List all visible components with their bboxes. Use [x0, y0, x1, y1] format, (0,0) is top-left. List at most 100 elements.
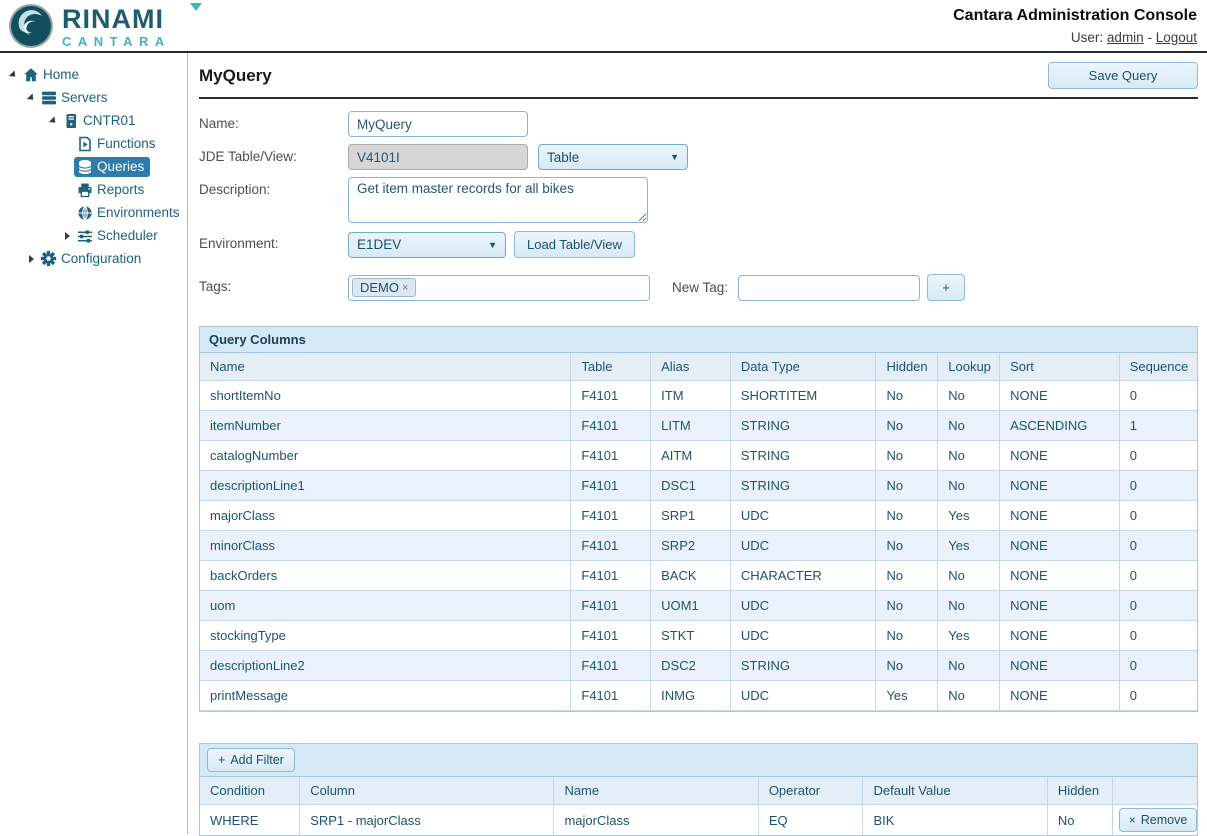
description-textarea[interactable]: Get item master records for all bikes	[348, 177, 648, 223]
cell-sequence: 0	[1119, 531, 1197, 561]
cell-table: F4101	[571, 501, 651, 531]
filter-row[interactable]: WHERE SRP1 - majorClass majorClass EQ BI…	[200, 805, 1197, 836]
cell-lookup: No	[938, 381, 1000, 411]
sidebar-item-environments[interactable]: Environments	[0, 201, 187, 224]
query-columns-table: Name Table Alias Data Type Hidden Lookup…	[200, 353, 1197, 711]
expand-arrow-icon[interactable]	[26, 93, 35, 102]
cell-sort: NONE	[1000, 531, 1120, 561]
table-row[interactable]: uomF4101UOM1UDCNoNoNONE0	[200, 591, 1197, 621]
cell-alias: INMG	[651, 681, 731, 711]
logo-secondary: CANTARA	[62, 35, 171, 48]
table-row[interactable]: printMessageF4101INMGUDCYesNoNONE0	[200, 681, 1197, 711]
environment-dropdown[interactable]: E1DEV ▼	[348, 232, 506, 258]
function-document-icon	[76, 136, 93, 152]
logout-link[interactable]: Logout	[1156, 30, 1197, 45]
sidebar-item-servers[interactable]: Servers	[0, 86, 187, 109]
column-header-hidden: Hidden	[876, 353, 938, 381]
sidebar-item-reports[interactable]: Reports	[0, 178, 187, 201]
sidebar-tree: Home Servers CNTR01 Functions Qu	[0, 53, 188, 834]
new-tag-input[interactable]	[738, 275, 920, 301]
sidebar-item-configuration[interactable]: Configuration	[0, 247, 187, 270]
environment-label: Environment:	[199, 231, 348, 251]
cell-lookup: No	[938, 651, 1000, 681]
cell-alias: UOM1	[651, 591, 731, 621]
column-header-sequence: Sequence	[1119, 353, 1197, 381]
cell-sequence: 0	[1119, 591, 1197, 621]
cell-hidden: No	[876, 471, 938, 501]
sidebar-item-label: Scheduler	[97, 228, 158, 243]
close-icon: ×	[1129, 813, 1136, 827]
filter-header-hidden: Hidden	[1047, 777, 1112, 805]
cell-name: minorClass	[200, 531, 571, 561]
cell-name: descriptionLine1	[200, 471, 571, 501]
cell-sequence: 0	[1119, 621, 1197, 651]
filter-header-row: Condition Column Name Operator Default V…	[200, 777, 1197, 805]
cell-name: itemNumber	[200, 411, 571, 441]
app-header: RINAMI CANTARA Cantara Administration Co…	[0, 0, 1207, 53]
table-row[interactable]: itemNumberF4101LITMSTRINGNoNoASCENDING1	[200, 411, 1197, 441]
cell-sort: ASCENDING	[1000, 411, 1120, 441]
query-columns-body: shortItemNoF4101ITMSHORTITEMNoNoNONE0ite…	[200, 381, 1197, 711]
save-query-button[interactable]: Save Query	[1048, 62, 1198, 89]
sidebar-item-label: Environments	[97, 205, 180, 220]
table-row[interactable]: minorClassF4101SRP2UDCNoYesNONE0	[200, 531, 1197, 561]
table-row[interactable]: descriptionLine1F4101DSC1STRINGNoNoNONE0	[200, 471, 1197, 501]
cell-lookup: No	[938, 591, 1000, 621]
scheduler-icon	[76, 228, 93, 244]
expand-arrow-icon[interactable]	[48, 116, 57, 125]
cell-data-type: UDC	[730, 681, 876, 711]
sidebar-item-label: Functions	[97, 136, 156, 151]
add-filter-label: Add Filter	[230, 753, 284, 767]
cell-alias: BACK	[651, 561, 731, 591]
tag-remove-icon[interactable]: ×	[402, 282, 408, 294]
table-type-dropdown[interactable]: Table ▼	[538, 144, 688, 170]
cell-name: descriptionLine2	[200, 651, 571, 681]
cell-alias: DSC1	[651, 471, 731, 501]
sidebar-item-functions[interactable]: Functions	[0, 132, 187, 155]
table-row[interactable]: backOrdersF4101BACKCHARACTERNoNoNONE0	[200, 561, 1197, 591]
name-input[interactable]	[348, 111, 528, 137]
cell-table: F4101	[571, 651, 651, 681]
cell-table: F4101	[571, 381, 651, 411]
cell-sequence: 0	[1119, 381, 1197, 411]
load-table-view-button[interactable]: Load Table/View	[514, 231, 635, 258]
filter-header-actions	[1112, 777, 1197, 805]
cell-hidden: No	[876, 441, 938, 471]
sidebar-item-cntr01[interactable]: CNTR01	[0, 109, 187, 132]
cell-table: F4101	[571, 591, 651, 621]
table-row[interactable]: descriptionLine2F4101DSC2STRINGNoNoNONE0	[200, 651, 1197, 681]
sidebar-item-scheduler[interactable]: Scheduler	[0, 224, 187, 247]
cell-sort: NONE	[1000, 501, 1120, 531]
table-row[interactable]: catalogNumberF4101AITMSTRINGNoNoNONE0	[200, 441, 1197, 471]
add-filter-button[interactable]: + Add Filter	[207, 748, 295, 772]
server-icon	[62, 113, 79, 129]
remove-filter-button[interactable]: × Remove	[1119, 808, 1197, 832]
sidebar-item-home[interactable]: Home	[0, 63, 187, 86]
user-line: User: admin - Logout	[953, 30, 1197, 45]
filter-header-operator: Operator	[758, 777, 863, 805]
tags-input[interactable]: DEMO ×	[348, 275, 650, 301]
sidebar-item-label: CNTR01	[83, 113, 136, 128]
table-row[interactable]: majorClassF4101SRP1UDCNoYesNONE0	[200, 501, 1197, 531]
cell-column: SRP1 - majorClass	[300, 805, 554, 836]
collapse-arrow-icon[interactable]	[65, 232, 70, 240]
username-link[interactable]: admin	[1107, 30, 1144, 45]
add-tag-button[interactable]: +	[927, 274, 965, 301]
collapse-arrow-icon[interactable]	[29, 255, 34, 263]
cell-data-type: SHORTITEM	[730, 381, 876, 411]
cell-data-type: UDC	[730, 621, 876, 651]
filters-table: Condition Column Name Operator Default V…	[200, 777, 1197, 835]
logo-text: RINAMI CANTARA	[62, 4, 171, 48]
sidebar-item-queries[interactable]: Queries	[0, 155, 187, 178]
table-row[interactable]: shortItemNoF4101ITMSHORTITEMNoNoNONE0	[200, 381, 1197, 411]
jde-table-view-input[interactable]	[348, 144, 528, 170]
expand-arrow-icon[interactable]	[8, 70, 17, 79]
cell-sequence: 0	[1119, 561, 1197, 591]
cell-data-type: UDC	[730, 531, 876, 561]
cell-name: majorClass	[554, 805, 758, 836]
tag-chip: DEMO ×	[352, 278, 416, 297]
cell-sequence: 0	[1119, 501, 1197, 531]
table-row[interactable]: stockingTypeF4101STKTUDCNoYesNONE0	[200, 621, 1197, 651]
cell-table: F4101	[571, 561, 651, 591]
printer-icon	[76, 182, 93, 198]
